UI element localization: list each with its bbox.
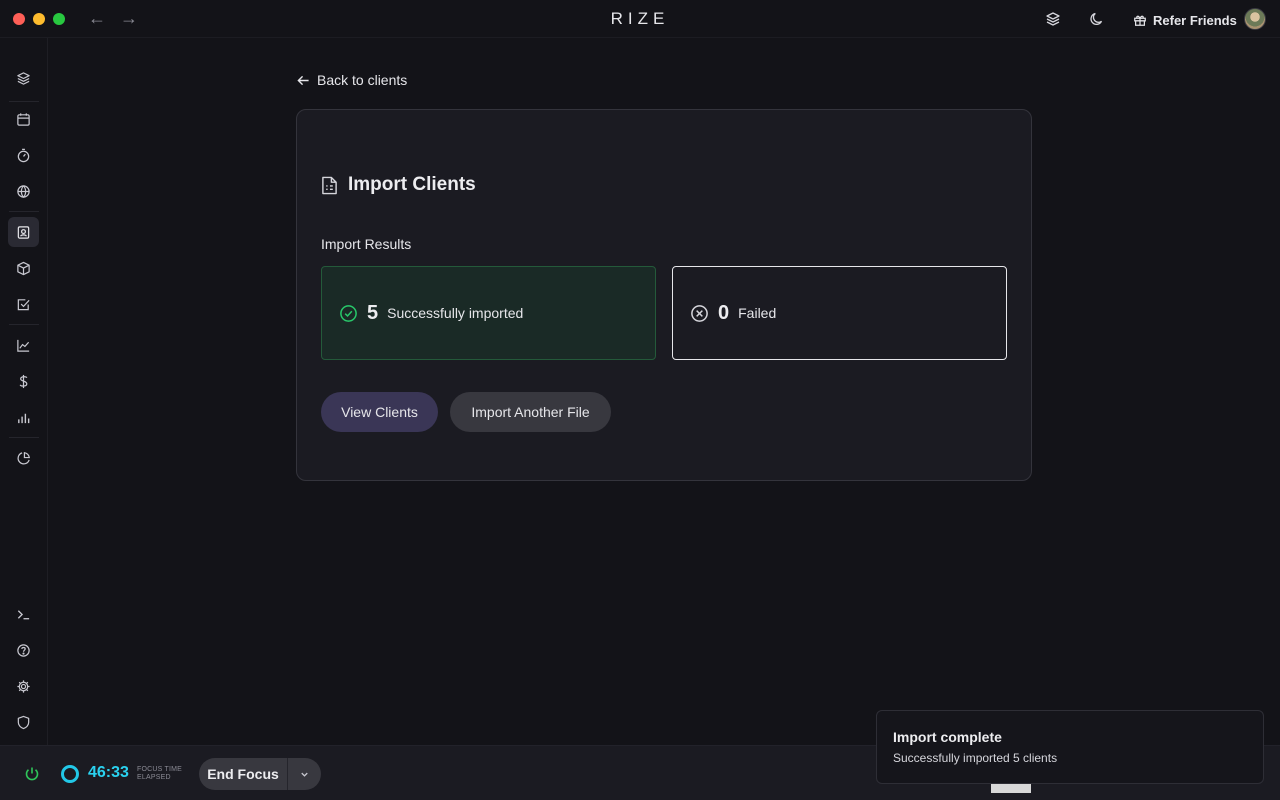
thumbnail-preview <box>991 784 1031 793</box>
gift-icon <box>1134 15 1146 26</box>
back-to-clients-link[interactable]: Back to clients <box>297 71 407 89</box>
import-complete-toast: Import complete Successfully imported 5 … <box>876 710 1264 784</box>
globe-icon <box>17 184 30 198</box>
arrow-left-icon <box>297 75 309 85</box>
check-circle-icon <box>340 304 357 322</box>
card-header: Import Clients <box>321 174 476 196</box>
end-focus-control: End Focus <box>199 758 321 790</box>
sidebar-item-billing[interactable] <box>8 366 39 396</box>
avatar[interactable] <box>1244 8 1266 30</box>
bar-chart-icon <box>18 413 30 423</box>
calendar-icon <box>17 112 30 126</box>
view-clients-button[interactable]: View Clients <box>321 392 438 432</box>
sidebar-item-analytics[interactable] <box>8 443 39 473</box>
toast-description: Successfully imported 5 clients <box>893 751 1058 765</box>
sidebar-item-help[interactable] <box>8 635 39 665</box>
success-label: Successfully imported <box>387 305 524 321</box>
power-icon[interactable] <box>24 766 40 782</box>
success-result-box: 5 Successfully imported <box>321 266 656 360</box>
sidebar-item-trends[interactable] <box>8 330 39 360</box>
sidebar-item-reports[interactable] <box>8 402 39 432</box>
import-results-heading: Import Results <box>321 236 412 252</box>
back-link-label: Back to clients <box>317 72 408 88</box>
toast-title: Import complete <box>893 729 1002 745</box>
import-clients-card: Import Clients Import Results 5 Successf… <box>296 109 1032 481</box>
sidebar-item-terminal[interactable] <box>8 599 39 629</box>
sidebar-item-tasks[interactable] <box>8 289 39 319</box>
sidebar-item-projects[interactable] <box>8 253 39 283</box>
sidebar-item-privacy[interactable] <box>8 707 39 737</box>
contact-card-icon <box>17 225 30 239</box>
sidebar-item-timer[interactable] <box>8 140 39 170</box>
checkbox-icon <box>17 298 30 310</box>
failed-label: Failed <box>738 305 777 321</box>
failed-result-box: 0 Failed <box>672 266 1007 360</box>
sidebar-item-web[interactable] <box>8 176 39 206</box>
layers-icon[interactable] <box>1045 11 1061 27</box>
refer-friends-button[interactable]: Refer Friends <box>1133 11 1237 29</box>
dollar-icon <box>19 374 28 388</box>
end-focus-button[interactable]: End Focus <box>199 766 287 782</box>
gear-icon <box>17 679 30 693</box>
focus-timer: 46:33 <box>88 764 129 781</box>
focus-time-label: FOCUS TIME ELAPSED <box>137 766 183 781</box>
chevron-down-icon[interactable] <box>288 769 321 780</box>
sidebar-item-settings[interactable] <box>8 671 39 701</box>
cube-icon <box>17 261 30 275</box>
x-circle-icon <box>691 304 708 322</box>
sidebar-item-clients[interactable] <box>8 217 39 247</box>
app-title: RIZE <box>610 9 670 28</box>
sidebar-item-calendar[interactable] <box>8 104 39 134</box>
success-count: 5 <box>367 301 379 324</box>
line-chart-icon <box>17 339 30 352</box>
sidebar-item-layers[interactable] <box>8 63 39 93</box>
page-title: Import Clients <box>348 174 476 195</box>
stopwatch-icon <box>17 148 30 162</box>
terminal-icon <box>17 609 30 619</box>
refer-friends-label: Refer Friends <box>1153 12 1237 28</box>
focus-progress-ring-icon <box>61 765 79 783</box>
title-bar: ← → RIZE Refer Friends <box>0 0 1280 38</box>
help-icon <box>17 643 30 657</box>
sidebar <box>0 38 48 745</box>
moon-icon[interactable] <box>1089 11 1105 27</box>
pie-chart-icon <box>17 451 31 464</box>
failed-count: 0 <box>718 301 730 324</box>
layers-icon <box>17 71 30 85</box>
shield-icon <box>17 715 30 729</box>
import-another-file-button[interactable]: Import Another File <box>450 392 611 432</box>
document-icon <box>322 176 337 194</box>
